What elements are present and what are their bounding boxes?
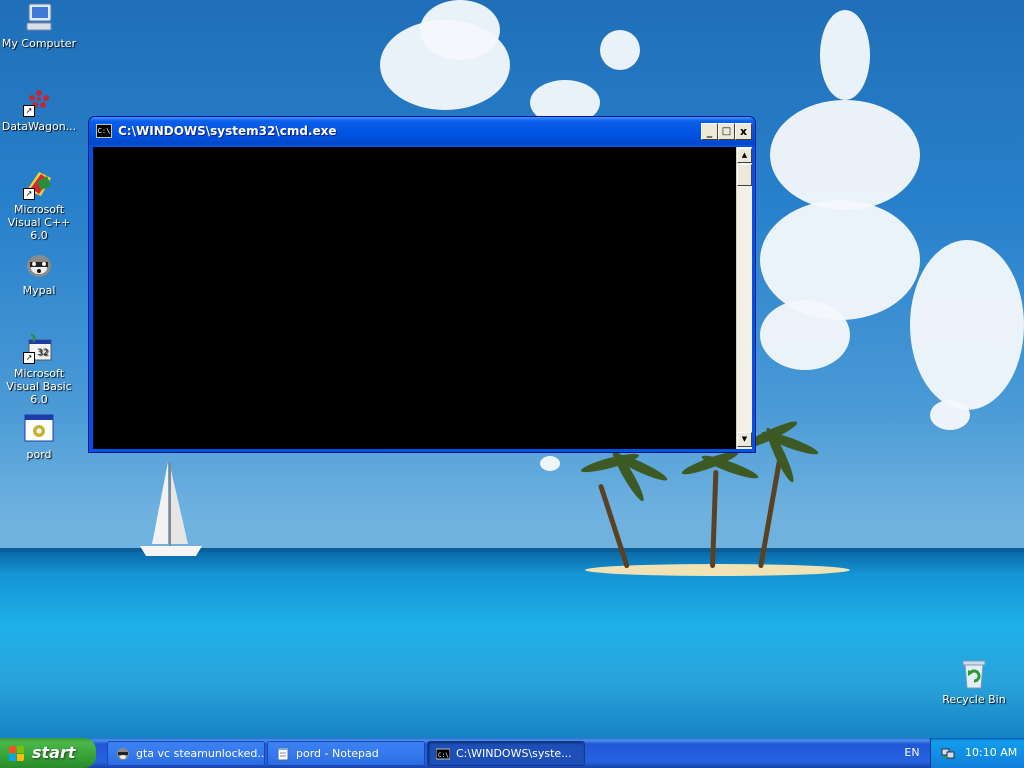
desktop-icon-my-computer[interactable]: My Computer [0, 2, 79, 50]
desktop-icon-label: Recycle Bin [942, 693, 1006, 706]
vertical-scrollbar[interactable]: ▲ ▼ [736, 147, 752, 449]
scroll-up-button[interactable]: ▲ [737, 148, 752, 163]
desktop-icon-datawagon[interactable]: ↗ DataWagon... [0, 85, 79, 133]
desktop-icon-label: Microsoft Visual C++ 6.0 [7, 203, 71, 242]
start-label: start [32, 743, 76, 762]
taskbar: start gta vc steamunlocked... pord - Not… [0, 738, 1024, 768]
title-bar[interactable]: C:\ C:\WINDOWS\system32\cmd.exe _ □ x [89, 117, 755, 145]
sailboat [140, 462, 202, 556]
recycle-bin-icon [958, 658, 990, 690]
desktop-icon-label: Mypal [22, 284, 56, 297]
shortcut-arrow-icon: ↗ [23, 352, 35, 364]
console-output[interactable] [93, 147, 736, 449]
system-tray: 10:10 AM [930, 738, 1024, 768]
desktop-icon-label: DataWagon... [1, 120, 77, 133]
taskbar-button-notepad[interactable]: pord - Notepad [267, 741, 425, 766]
desktop-icon-visual-basic[interactable]: 32 ↗ Microsoft Visual Basic 6.0 [0, 332, 79, 406]
minimize-button[interactable]: _ [701, 123, 718, 140]
network-icon[interactable] [941, 746, 955, 760]
desktop-icon-label: pord [26, 448, 52, 461]
start-button[interactable]: start [0, 738, 96, 768]
desktop-icon-label: Microsoft Visual Basic 6.0 [6, 367, 72, 406]
cmd-icon: C:\ [435, 747, 451, 761]
window-title: C:\WINDOWS\system32\cmd.exe [118, 124, 337, 138]
desktop-icon-label: My Computer [1, 37, 77, 50]
taskbar-button-gta[interactable]: gta vc steamunlocked... [107, 741, 265, 766]
desktop-icon-visual-cpp[interactable]: ↗ Microsoft Visual C++ 6.0 [0, 168, 79, 242]
shortcut-arrow-icon: ↗ [23, 188, 35, 200]
desktop-icon-mypal[interactable]: Mypal [0, 249, 79, 297]
desktop-icon-recycle-bin[interactable]: Recycle Bin [934, 658, 1014, 706]
maximize-button[interactable]: □ [718, 123, 735, 140]
datawagon-icon: ↗ [23, 85, 55, 117]
scroll-thumb[interactable] [737, 164, 752, 186]
scroll-down-button[interactable]: ▼ [737, 432, 752, 447]
taskbar-button-cmd[interactable]: C:\ C:\WINDOWS\syste... [427, 741, 585, 766]
close-button[interactable]: x [735, 123, 752, 140]
shortcut-arrow-icon: ↗ [23, 105, 35, 117]
mypal-icon [23, 249, 55, 281]
pord-icon [23, 413, 55, 445]
language-indicator[interactable]: EN [898, 746, 926, 759]
visual-basic-icon: 32 ↗ [23, 332, 55, 364]
mypal-icon [116, 747, 130, 761]
my-computer-icon [23, 2, 55, 34]
svg-text:C:\: C:\ [438, 752, 449, 759]
taskbar-button-label: pord - Notepad [296, 747, 379, 760]
desktop-icon-pord[interactable]: pord [0, 413, 79, 461]
cmd-window[interactable]: C:\ C:\WINDOWS\system32\cmd.exe _ □ x ▲ … [88, 116, 756, 453]
taskbar-button-label: C:\WINDOWS\syste... [456, 747, 572, 760]
cmd-icon[interactable]: C:\ [96, 124, 112, 138]
svg-text:32: 32 [37, 348, 48, 358]
taskbar-button-label: gta vc steamunlocked... [136, 747, 265, 760]
windows-logo-icon [9, 746, 25, 762]
notepad-icon [276, 747, 290, 761]
visual-cpp-icon: ↗ [23, 168, 55, 200]
clock[interactable]: 10:10 AM [965, 746, 1017, 759]
